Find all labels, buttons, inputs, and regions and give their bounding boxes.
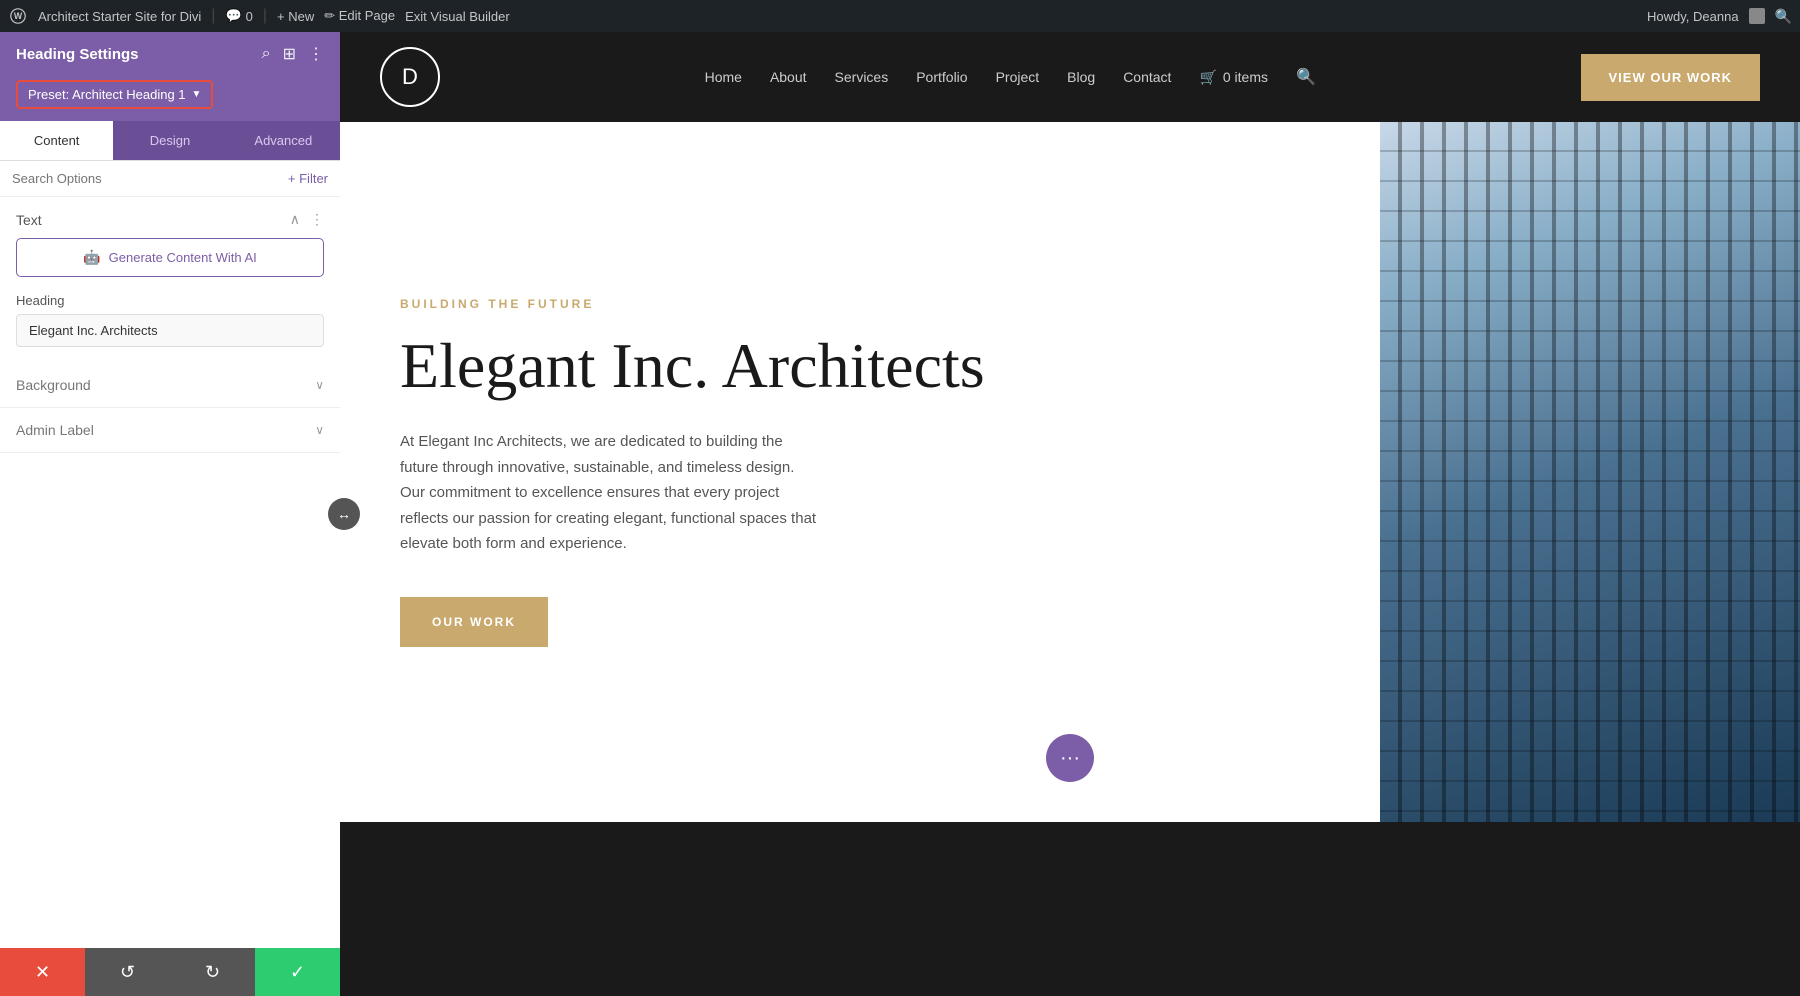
panel-title: Heading Settings xyxy=(16,46,139,63)
panel-search-icon[interactable]: ⌕ xyxy=(262,45,271,63)
hero-title: Elegant Inc. Architects xyxy=(400,331,1320,401)
heading-input[interactable] xyxy=(16,314,324,347)
panel-more-icon[interactable]: ⋮ xyxy=(308,44,324,64)
admin-bar-left: W Architect Starter Site for Divi | 💬 0 … xyxy=(8,6,1639,26)
main-content: D Home About Services Portfolio Project … xyxy=(340,32,1800,996)
building-overlay xyxy=(1380,122,1800,822)
hero-section: BUILDING THE FUTURE Elegant Inc. Archite… xyxy=(340,122,1800,822)
svg-text:W: W xyxy=(14,11,23,21)
admin-label-chevron-icon: ∨ xyxy=(315,423,324,437)
admin-label-section-title: Admin Label xyxy=(16,422,94,438)
tab-design[interactable]: Design xyxy=(113,121,226,160)
admin-search-icon[interactable]: 🔍 xyxy=(1775,8,1792,25)
nav-item-portfolio[interactable]: Portfolio xyxy=(916,69,967,85)
preset-label: Preset: Architect Heading 1 xyxy=(28,87,186,102)
hero-image-container xyxy=(1380,122,1800,822)
new-button[interactable]: + New xyxy=(277,9,314,24)
nav-item-home[interactable]: Home xyxy=(705,69,742,85)
tab-content[interactable]: Content xyxy=(0,121,113,160)
search-input[interactable] xyxy=(12,171,280,186)
cancel-button[interactable]: ✕ xyxy=(0,948,85,996)
hero-left: BUILDING THE FUTURE Elegant Inc. Archite… xyxy=(340,122,1380,822)
nav-item-blog[interactable]: Blog xyxy=(1067,69,1095,85)
text-section-menu-icon[interactable]: ⋮ xyxy=(310,211,324,228)
ai-icon: 🤖 xyxy=(83,249,100,266)
heading-field-label: Heading xyxy=(16,293,324,308)
text-section-header: Text ∧ ⋮ xyxy=(16,197,324,238)
nav-search-icon[interactable]: 🔍 xyxy=(1296,67,1316,87)
background-section-title: Background xyxy=(16,377,91,393)
background-chevron-icon: ∨ xyxy=(315,378,324,392)
admin-bar-right: Howdy, Deanna 🔍 xyxy=(1647,8,1792,25)
fab-icon: ··· xyxy=(1060,747,1080,770)
panel-search: + Filter xyxy=(0,161,340,197)
preset-bar: Preset: Architect Heading 1 ▼ xyxy=(0,76,340,121)
redo-button[interactable]: ↻ xyxy=(170,948,255,996)
nav-item-about[interactable]: About xyxy=(770,69,807,85)
fab-button[interactable]: ··· xyxy=(1046,734,1094,782)
nav-cart[interactable]: 🛒 0 items xyxy=(1199,69,1268,86)
preset-selector[interactable]: Preset: Architect Heading 1 ▼ xyxy=(16,80,213,109)
text-section-collapse-icon[interactable]: ∧ xyxy=(290,211,300,228)
hero-cta-button[interactable]: OUR WORK xyxy=(400,597,548,647)
generate-ai-button[interactable]: 🤖 Generate Content With AI xyxy=(16,238,324,277)
text-section-title: Text xyxy=(16,212,42,228)
filter-button[interactable]: + Filter xyxy=(288,171,328,186)
site-header: D Home About Services Portfolio Project … xyxy=(340,32,1800,122)
panel-header-icons: ⌕ ⊞ ⋮ xyxy=(262,44,324,64)
cart-icon: 🛒 xyxy=(1199,69,1216,86)
heading-settings-panel: Heading Settings ⌕ ⊞ ⋮ Preset: Architect… xyxy=(0,32,340,996)
cart-count: 0 items xyxy=(1223,69,1268,85)
undo-button[interactable]: ↺ xyxy=(85,948,170,996)
preset-dropdown-arrow: ▼ xyxy=(192,89,202,100)
bottom-bar: ✕ ↺ ↻ ✓ xyxy=(0,948,340,996)
comment-icon: 💬 xyxy=(225,8,241,24)
background-section: Background ∨ xyxy=(0,363,340,408)
wordpress-logo[interactable]: W xyxy=(8,6,28,26)
panel-header: Heading Settings ⌕ ⊞ ⋮ xyxy=(0,32,340,76)
user-avatar xyxy=(1749,8,1765,24)
site-name[interactable]: Architect Starter Site for Divi xyxy=(38,9,201,24)
view-our-work-button[interactable]: VIEW OUR WORK xyxy=(1581,54,1761,101)
site-logo[interactable]: D xyxy=(380,47,440,107)
hero-tag: BUILDING THE FUTURE xyxy=(400,297,1320,311)
nav-item-project[interactable]: Project xyxy=(996,69,1040,85)
panel-grid-icon[interactable]: ⊞ xyxy=(283,44,296,64)
save-button[interactable]: ✓ xyxy=(255,948,340,996)
admin-bar: W Architect Starter Site for Divi | 💬 0 … xyxy=(0,0,1800,32)
text-section: Text ∧ ⋮ 🤖 Generate Content With AI Head… xyxy=(0,197,340,363)
edit-page-button[interactable]: ✏ Edit Page xyxy=(324,8,395,24)
tab-advanced[interactable]: Advanced xyxy=(227,121,340,160)
admin-label-section: Admin Label ∨ xyxy=(0,408,340,453)
panel-content: Text ∧ ⋮ 🤖 Generate Content With AI Head… xyxy=(0,197,340,996)
background-section-header[interactable]: Background ∨ xyxy=(0,363,340,407)
admin-label-section-header[interactable]: Admin Label ∨ xyxy=(0,408,340,452)
nav-item-contact[interactable]: Contact xyxy=(1123,69,1171,85)
drag-handle[interactable]: ↔ xyxy=(328,498,360,530)
exit-visual-builder-button[interactable]: Exit Visual Builder xyxy=(405,9,510,24)
nav-item-services[interactable]: Services xyxy=(835,69,889,85)
comment-link[interactable]: 💬 0 xyxy=(225,8,252,24)
panel-tabs: Content Design Advanced xyxy=(0,121,340,161)
hero-description: At Elegant Inc Architects, we are dedica… xyxy=(400,429,820,557)
howdy-label: Howdy, Deanna xyxy=(1647,9,1739,24)
site-nav: Home About Services Portfolio Project Bl… xyxy=(705,67,1316,87)
